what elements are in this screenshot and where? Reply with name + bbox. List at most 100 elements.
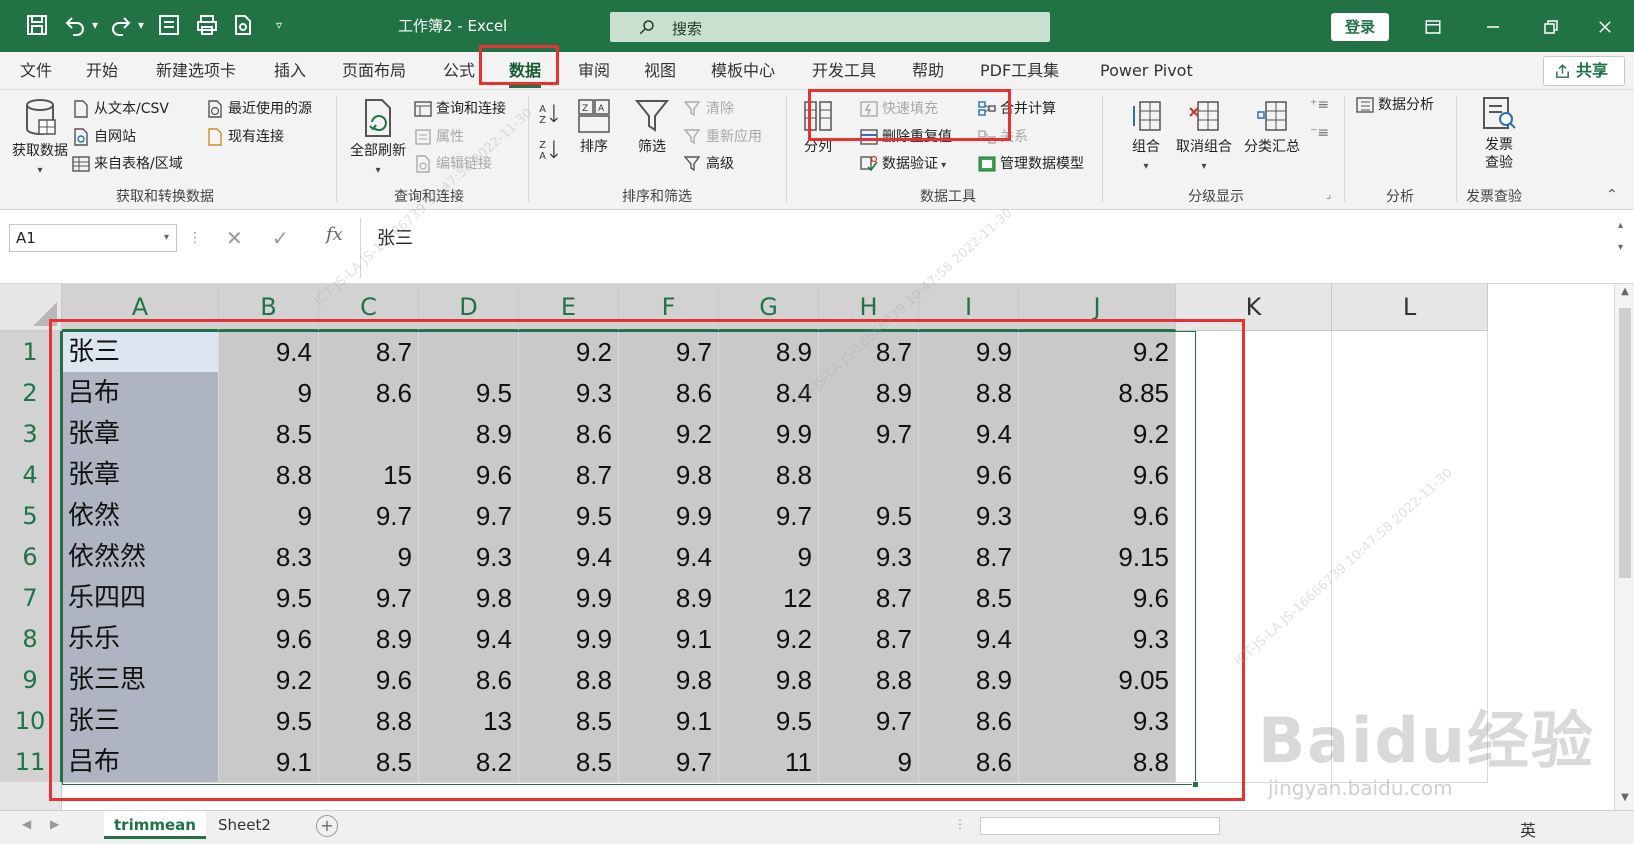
- row-header-2[interactable]: 2: [0, 372, 62, 414]
- column-header-c[interactable]: C: [319, 284, 419, 331]
- cell-a1[interactable]: 张三: [62, 331, 219, 373]
- cell-c3[interactable]: [319, 413, 419, 455]
- redo-dropdown-icon[interactable]: ▾: [138, 18, 144, 32]
- cell-j1[interactable]: 9.2: [1019, 331, 1176, 373]
- cell-c11[interactable]: 8.5: [319, 741, 419, 783]
- column-header-k[interactable]: K: [1176, 284, 1332, 331]
- tab-formulas[interactable]: 公式: [443, 58, 475, 84]
- cell-f2[interactable]: 8.6: [619, 372, 719, 414]
- tab-view[interactable]: 视图: [644, 58, 676, 84]
- cell-k10[interactable]: [1176, 700, 1332, 742]
- cell-b8[interactable]: 9.6: [219, 618, 319, 660]
- cell-e1[interactable]: 9.2: [519, 331, 619, 373]
- show-detail-icon[interactable]: ⁺≡: [1310, 94, 1329, 116]
- cell-f3[interactable]: 9.2: [619, 413, 719, 455]
- cell-c6[interactable]: 9: [319, 536, 419, 578]
- row-header-next[interactable]: [0, 782, 62, 810]
- cell-j4[interactable]: 9.6: [1019, 454, 1176, 496]
- cell-d9[interactable]: 8.6: [419, 659, 519, 701]
- consolidate-button[interactable]: 合并计算: [978, 98, 1056, 120]
- cell-j11[interactable]: 8.8: [1019, 741, 1176, 783]
- row-header-8[interactable]: 8: [0, 618, 62, 660]
- cell-b7[interactable]: 9.5: [219, 577, 319, 619]
- minimize-icon[interactable]: [1478, 12, 1508, 42]
- cell-h3[interactable]: 9.7: [819, 413, 919, 455]
- relationships-button[interactable]: 关系: [978, 126, 1028, 148]
- cell-i6[interactable]: 8.7: [919, 536, 1019, 578]
- cell-h8[interactable]: 8.7: [819, 618, 919, 660]
- sort-button[interactable]: ZA 排序: [572, 98, 616, 156]
- cell-i5[interactable]: 9.3: [919, 495, 1019, 537]
- cell-h11[interactable]: 9: [819, 741, 919, 783]
- cell-g1[interactable]: 8.9: [719, 331, 819, 373]
- cell-d5[interactable]: 9.7: [419, 495, 519, 537]
- cell-f10[interactable]: 9.1: [619, 700, 719, 742]
- cell-i1[interactable]: 9.9: [919, 331, 1019, 373]
- next-sheet-icon[interactable]: ▶: [50, 817, 59, 831]
- cell-h9[interactable]: 8.8: [819, 659, 919, 701]
- cell-a11[interactable]: 吕布: [62, 741, 219, 783]
- cell-f6[interactable]: 9.4: [619, 536, 719, 578]
- undo-dropdown-icon[interactable]: ▾: [92, 18, 98, 32]
- cell-e6[interactable]: 9.4: [519, 536, 619, 578]
- cell-a8[interactable]: 乐乐: [62, 618, 219, 660]
- cell-d2[interactable]: 9.5: [419, 372, 519, 414]
- cell-k4[interactable]: [1176, 454, 1332, 496]
- cell-e3[interactable]: 8.6: [519, 413, 619, 455]
- cell-d4[interactable]: 9.6: [419, 454, 519, 496]
- cell-l2[interactable]: [1332, 372, 1488, 414]
- login-button[interactable]: 登录: [1331, 13, 1389, 41]
- refresh-all-button[interactable]: 全部刷新 ▾: [346, 98, 410, 180]
- cell-k1[interactable]: [1176, 331, 1332, 373]
- filter-button[interactable]: 筛选: [630, 98, 674, 156]
- cell-k11[interactable]: [1176, 741, 1332, 783]
- hide-detail-icon[interactable]: ⁻≡: [1310, 122, 1329, 144]
- tab-review[interactable]: 审阅: [578, 58, 610, 84]
- cell-a10[interactable]: 张三: [62, 700, 219, 742]
- customize-toolbar-icon[interactable]: ▿: [276, 18, 282, 32]
- close-icon[interactable]: [1590, 12, 1620, 42]
- cell-l10[interactable]: [1332, 700, 1488, 742]
- cell-l1[interactable]: [1332, 331, 1488, 373]
- flash-fill-button[interactable]: 快速填充: [860, 98, 938, 120]
- cell-b2[interactable]: 9: [219, 372, 319, 414]
- cell-l11[interactable]: [1332, 741, 1488, 783]
- clear-filter-button[interactable]: 清除: [684, 98, 734, 120]
- print-preview-icon[interactable]: [228, 10, 258, 40]
- cell-a3[interactable]: 张章: [62, 413, 219, 455]
- column-header-a[interactable]: A: [62, 284, 219, 331]
- cell-h5[interactable]: 9.5: [819, 495, 919, 537]
- cell-a9[interactable]: 张三思: [62, 659, 219, 701]
- add-sheet-icon[interactable]: +: [316, 815, 338, 837]
- cell-l3[interactable]: [1332, 413, 1488, 455]
- column-header-j[interactable]: J: [1019, 284, 1176, 331]
- manage-data-model-button[interactable]: 管理数据模型: [978, 153, 1084, 175]
- cell-b10[interactable]: 9.5: [219, 700, 319, 742]
- group-button[interactable]: 组合 ▾: [1124, 98, 1168, 176]
- cell-e4[interactable]: 8.7: [519, 454, 619, 496]
- cell-j9[interactable]: 9.05: [1019, 659, 1176, 701]
- name-box[interactable]: A1 ▾: [9, 224, 177, 252]
- ribbon-display-icon[interactable]: [1418, 12, 1448, 42]
- row-header-9[interactable]: 9: [0, 659, 62, 701]
- cell-e7[interactable]: 9.9: [519, 577, 619, 619]
- cell-h10[interactable]: 9.7: [819, 700, 919, 742]
- recent-sources-button[interactable]: 最近使用的源: [206, 98, 312, 120]
- restore-icon[interactable]: [1536, 12, 1566, 42]
- cell-c5[interactable]: 9.7: [319, 495, 419, 537]
- cancel-entry-icon[interactable]: ✕: [226, 226, 243, 250]
- from-text-csv-button[interactable]: 从文本/CSV: [72, 98, 169, 120]
- cell-d7[interactable]: 9.8: [419, 577, 519, 619]
- cell-b3[interactable]: 8.5: [219, 413, 319, 455]
- sort-za-button[interactable]: ZA: [538, 138, 560, 162]
- cell-i3[interactable]: 9.4: [919, 413, 1019, 455]
- cell-b1[interactable]: 9.4: [219, 331, 319, 373]
- row-header-7[interactable]: 7: [0, 577, 62, 619]
- vertical-scroll-thumb[interactable]: [1619, 308, 1631, 578]
- cell-a5[interactable]: 依然: [62, 495, 219, 537]
- cell-k3[interactable]: [1176, 413, 1332, 455]
- form-icon[interactable]: [154, 10, 184, 40]
- text-to-columns-button[interactable]: 分列: [796, 98, 840, 156]
- cell-d8[interactable]: 9.4: [419, 618, 519, 660]
- print-icon[interactable]: [192, 10, 222, 40]
